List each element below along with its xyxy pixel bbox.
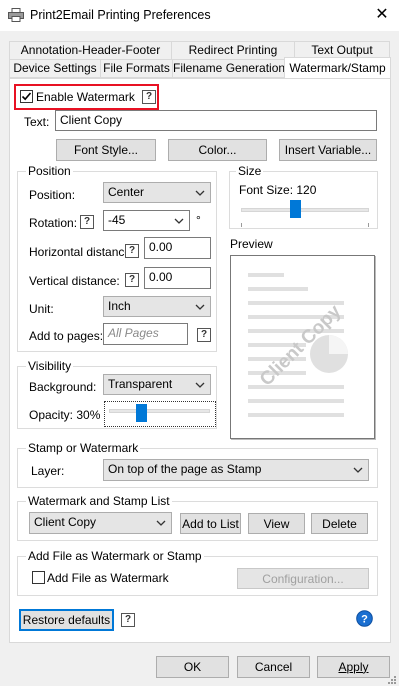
tab-file-formats[interactable]: File Formats: [100, 59, 173, 78]
chevron-down-icon: [174, 218, 184, 224]
position-select-value: Center: [108, 185, 145, 199]
add-file-group-title: Add File as Watermark or Stamp: [26, 549, 204, 563]
stamp-group-title: Stamp or Watermark: [26, 441, 141, 455]
add-to-pages-help-button[interactable]: ?: [197, 328, 211, 342]
rotation-help-button[interactable]: ?: [80, 215, 94, 229]
printer-icon: [8, 8, 24, 22]
chevron-down-icon: [195, 304, 205, 310]
vertical-distance-input[interactable]: 0.00: [144, 267, 211, 289]
checkmark-icon: [21, 92, 32, 101]
horizontal-distance-input[interactable]: 0.00: [144, 237, 211, 259]
chevron-down-icon: [353, 467, 363, 473]
view-button[interactable]: View: [248, 513, 305, 534]
chevron-down-icon: [195, 382, 205, 388]
font-style-button[interactable]: Font Style...: [56, 139, 156, 161]
add-to-list-button[interactable]: Add to List: [180, 513, 241, 534]
apply-button-label: Apply: [338, 660, 369, 674]
horizontal-distance-label: Horizontal distance:: [29, 245, 135, 259]
color-button[interactable]: Color...: [168, 139, 267, 161]
enable-watermark-checkbox[interactable]: [20, 90, 33, 103]
resize-grip-icon[interactable]: [386, 673, 396, 684]
tab-watermark-stamp[interactable]: Watermark/Stamp: [284, 57, 391, 78]
delete-button[interactable]: Delete: [311, 513, 368, 534]
restore-defaults-button[interactable]: Restore defaults: [19, 609, 114, 631]
rotation-value: -45: [108, 213, 126, 227]
chevron-down-icon: [156, 520, 166, 526]
svg-text:?: ?: [361, 614, 368, 626]
visibility-group-title: Visibility: [26, 359, 74, 373]
font-size-slider-track[interactable]: [241, 208, 369, 212]
position-group-title: Position: [26, 164, 73, 178]
watermark-list-select[interactable]: Client Copy: [29, 512, 172, 534]
background-select-value: Transparent: [108, 377, 173, 391]
font-size-label: Font Size: 120: [239, 183, 317, 197]
watermark-list-group-title: Watermark and Stamp List: [26, 494, 172, 508]
background-select[interactable]: Transparent: [103, 374, 211, 395]
vertical-distance-help-button[interactable]: ?: [125, 273, 139, 287]
background-label: Background:: [29, 380, 97, 394]
add-to-pages-input[interactable]: All Pages: [103, 323, 188, 345]
insert-variable-button[interactable]: Insert Variable...: [279, 139, 377, 161]
horizontal-distance-help-button[interactable]: ?: [125, 244, 139, 258]
ok-button[interactable]: OK: [156, 656, 229, 678]
cancel-button[interactable]: Cancel: [237, 656, 310, 678]
unit-select-value: Inch: [108, 299, 131, 313]
layer-label: Layer:: [31, 464, 65, 478]
rotation-combo[interactable]: -45: [103, 210, 190, 231]
layer-select-value: On top of the page as Stamp: [108, 462, 262, 476]
unit-select[interactable]: Inch: [103, 296, 211, 317]
add-to-pages-label: Add to pages:: [29, 329, 104, 343]
tab-device-settings[interactable]: Device Settings: [9, 59, 101, 78]
text-label: Text:: [24, 115, 50, 129]
tab-filename-generation[interactable]: Filename Generation: [172, 59, 285, 78]
opacity-slider-thumb[interactable]: [136, 404, 147, 422]
close-icon[interactable]: ✕: [372, 5, 392, 25]
tab-annotation-header-footer[interactable]: Annotation-Header-Footer: [9, 41, 172, 60]
rotation-degree-symbol: °: [196, 213, 201, 227]
watermark-list-select-value: Client Copy: [34, 515, 97, 529]
add-file-checkbox[interactable]: [32, 571, 45, 584]
size-group: [229, 171, 378, 229]
chevron-down-icon: [195, 190, 205, 196]
font-size-slider-ticks: [241, 216, 369, 227]
restore-defaults-help-button[interactable]: ?: [121, 613, 135, 627]
enable-watermark-help-button[interactable]: ?: [142, 90, 156, 104]
rotation-label: Rotation:: [29, 216, 78, 230]
opacity-label: Opacity: 30%: [29, 408, 101, 422]
apply-button[interactable]: Apply: [317, 656, 390, 678]
position-label: Position:: [29, 188, 76, 202]
opacity-slider-focus: [104, 401, 216, 427]
help-icon[interactable]: ?: [356, 610, 373, 627]
unit-label: Unit:: [29, 302, 54, 316]
opacity-slider-track[interactable]: [109, 409, 210, 413]
configuration-button[interactable]: Configuration...: [237, 568, 369, 589]
enable-watermark-label[interactable]: Enable Watermark: [36, 90, 135, 104]
layer-select[interactable]: On top of the page as Stamp: [103, 459, 369, 481]
vertical-distance-label: Vertical distance:: [29, 274, 120, 288]
add-file-checkbox-label[interactable]: Add File as Watermark: [47, 571, 169, 585]
watermark-text-input[interactable]: Client Copy: [55, 110, 377, 131]
title-bar: Print2Email Printing Preferences ✕: [0, 0, 399, 31]
tab-redirect-printing[interactable]: Redirect Printing: [171, 41, 295, 60]
size-group-title: Size: [236, 164, 264, 178]
position-select[interactable]: Center: [103, 182, 211, 203]
font-size-slider-thumb[interactable]: [290, 200, 302, 218]
preview-title: Preview: [230, 237, 273, 251]
window-title: Print2Email Printing Preferences: [30, 8, 211, 22]
